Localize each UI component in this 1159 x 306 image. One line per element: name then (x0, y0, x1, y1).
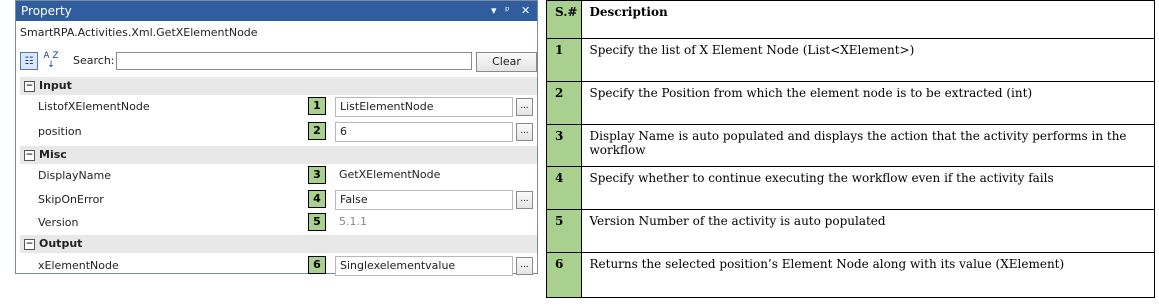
property-value-input[interactable]: False (335, 190, 513, 210)
alphabetical-sort-icon[interactable]: A Z ↓ (42, 52, 60, 70)
callout-badge: 5 (308, 213, 326, 231)
property-value-input[interactable]: 6 (335, 122, 513, 142)
property-value-text[interactable]: GetXElementNode (335, 166, 513, 186)
ellipsis-button[interactable]: ... (516, 191, 533, 209)
property-value-input[interactable]: ListElementNode (335, 97, 513, 117)
row-description: Specify the list of X Element Node (List… (581, 38, 1155, 82)
property-row-listofxelementnode: ListofXElementNode 1 ListElementNode ... (20, 95, 537, 118)
table-row: 4 Specify whether to continue executing … (545, 166, 1155, 210)
callout-badge: 6 (308, 256, 326, 274)
row-number: 6 (545, 252, 583, 298)
ellipsis-button[interactable]: ... (516, 123, 533, 141)
table-row: 2 Specify the Position from which the el… (545, 81, 1155, 125)
search-input[interactable] (116, 52, 472, 70)
row-number: 1 (545, 38, 583, 82)
callout-badge: 2 (308, 122, 326, 140)
category-label: Input (39, 79, 72, 92)
property-toolbar: ☷ A Z ↓ Search: Clear (20, 50, 537, 74)
table-row: 3 Display Name is auto populated and dis… (545, 124, 1155, 167)
row-description: Specify the Position from which the elem… (581, 81, 1155, 125)
property-label: position (38, 125, 82, 138)
property-label: xElementNode (38, 259, 119, 272)
table-row: 6 Returns the selected position’s Elemen… (545, 252, 1155, 298)
pin-icon[interactable]: ᵖ (505, 1, 510, 21)
panel-title: Property (21, 4, 72, 18)
category-label: Misc (39, 148, 67, 161)
property-label: ListofXElementNode (38, 100, 150, 113)
clear-button[interactable]: Clear (476, 52, 537, 72)
property-row-position: position 2 6 ... (20, 120, 537, 143)
property-row-version: Version 5 5.1.1 (20, 211, 537, 234)
table-header-row: S.# Description (545, 0, 1155, 39)
category-misc[interactable]: − Misc (20, 146, 537, 164)
property-label: Version (38, 216, 79, 229)
description-table: S.# Description 1 Specify the list of X … (545, 0, 1155, 298)
callout-badge: 4 (308, 190, 326, 208)
row-number: 4 (545, 166, 583, 210)
table-row: 1 Specify the list of X Element Node (Li… (545, 38, 1155, 82)
ellipsis-button[interactable]: ... (516, 98, 533, 116)
row-description: Version Number of the activity is auto p… (581, 209, 1155, 253)
row-description: Returns the selected position’s Element … (581, 252, 1155, 298)
panel-titlebar: Property ▾ ᵖ ✕ (16, 1, 537, 21)
property-row-skiponerror: SkipOnError 4 False ... (20, 188, 537, 211)
category-label: Output (39, 237, 83, 250)
search-label: Search: (73, 54, 115, 67)
table-row: 5 Version Number of the activity is auto… (545, 209, 1155, 253)
collapse-icon[interactable]: − (24, 149, 35, 161)
activity-class-name: SmartRPA.Activities.Xml.GetXElementNode (20, 26, 258, 39)
property-row-displayname: DisplayName 3 GetXElementNode (20, 164, 537, 187)
property-row-xelementnode: xElementNode 6 Singlexelementvalue ... (20, 254, 537, 277)
property-value-readonly: 5.1.1 (339, 215, 367, 228)
column-header-description: Description (581, 0, 1155, 39)
property-value-input[interactable]: Singlexelementvalue (335, 256, 513, 276)
collapse-icon[interactable]: − (24, 80, 35, 92)
property-label: SkipOnError (38, 193, 104, 206)
collapse-icon[interactable]: − (24, 238, 35, 250)
column-header-sno: S.# (545, 0, 583, 39)
row-number: 2 (545, 81, 583, 125)
row-number: 3 (545, 124, 583, 167)
close-icon[interactable]: ✕ (521, 1, 530, 21)
row-description: Display Name is auto populated and displ… (581, 124, 1155, 167)
row-number: 5 (545, 209, 583, 253)
category-input[interactable]: − Input (20, 77, 537, 95)
callout-badge: 3 (308, 166, 326, 184)
property-panel: Property ▾ ᵖ ✕ SmartRPA.Activities.Xml.G… (15, 0, 538, 277)
row-description: Specify whether to continue executing th… (581, 166, 1155, 210)
callout-badge: 1 (308, 97, 326, 115)
ellipsis-button[interactable]: ... (516, 257, 533, 275)
dropdown-icon[interactable]: ▾ (491, 1, 497, 21)
category-output[interactable]: − Output (20, 235, 537, 253)
categorized-view-icon[interactable]: ☷ (20, 52, 38, 70)
property-label: DisplayName (38, 169, 111, 182)
